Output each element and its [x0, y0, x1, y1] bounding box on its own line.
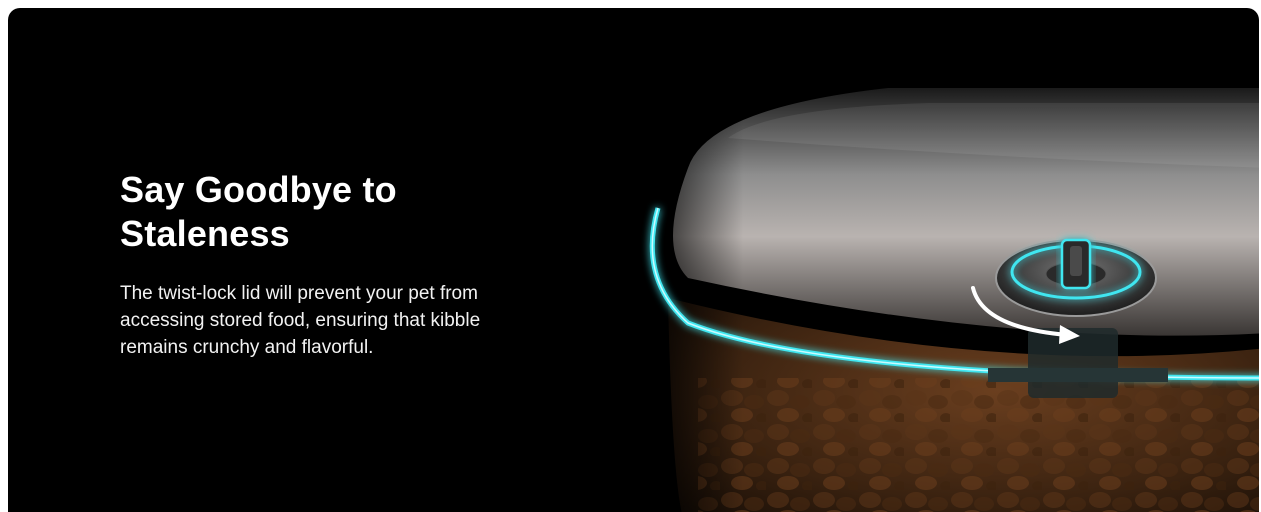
hero-headline: Say Goodbye to Staleness — [120, 169, 397, 254]
page: Say Goodbye to Staleness The twist-lock … — [0, 0, 1261, 512]
hero-description: The twist-lock lid will prevent your pet… — [120, 283, 481, 358]
hero-copy: Say Goodbye to Staleness The twist-lock … — [120, 168, 560, 361]
hero-banner: Say Goodbye to Staleness The twist-lock … — [8, 8, 1259, 512]
food-container-illustration — [628, 48, 1259, 512]
twist-lock-lid-image — [628, 48, 1259, 512]
